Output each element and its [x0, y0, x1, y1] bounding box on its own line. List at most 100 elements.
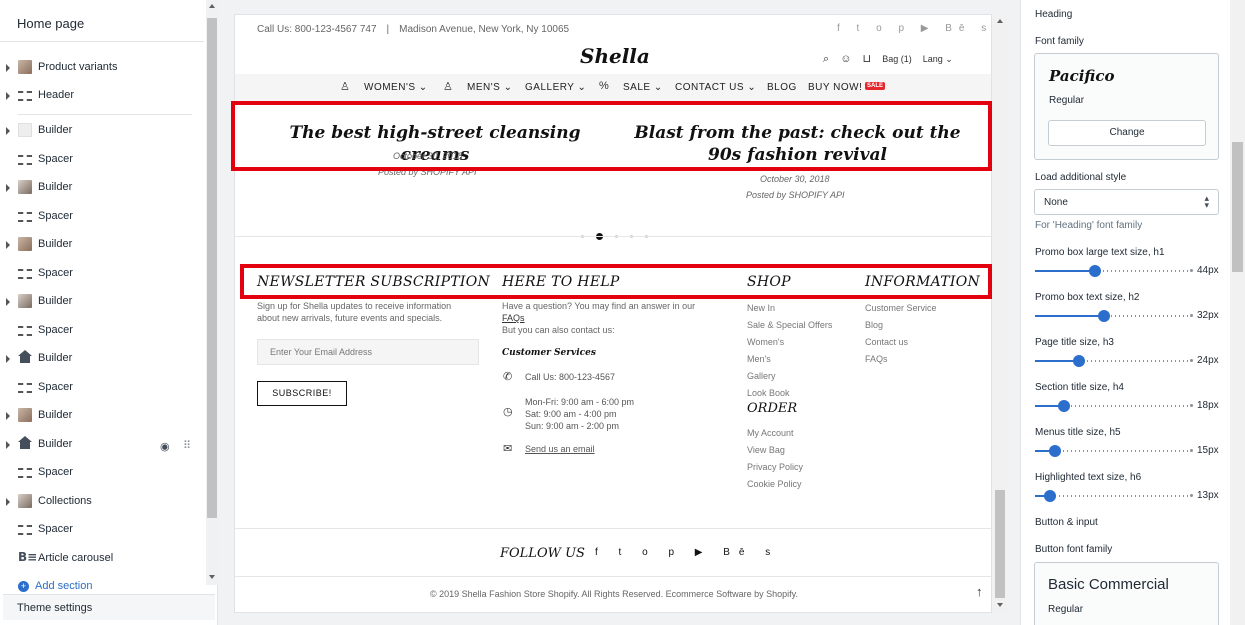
expand-arrow-icon[interactable] [6, 355, 10, 363]
footer-link[interactable]: View Bag [747, 445, 785, 455]
footer-link[interactable]: Look Book [747, 388, 790, 398]
font-size-slider[interactable] [1035, 400, 1193, 412]
sidebar-item-spacer[interactable]: Spacer [0, 461, 204, 485]
sidebar-item-builder[interactable]: Builder [0, 404, 204, 428]
footer-link[interactable]: Gallery [747, 371, 776, 381]
add-section-link[interactable]: + Add section [18, 580, 92, 592]
send-email-link[interactable]: Send us an email [525, 443, 595, 455]
expand-arrow-icon[interactable] [6, 64, 10, 72]
slider-handle[interactable] [1073, 355, 1085, 367]
sidebar-item-spacer[interactable]: Spacer [0, 262, 204, 286]
newsletter-text: Sign up for Shella updates to receive in… [257, 301, 452, 311]
settings-scrollbar[interactable] [1230, 0, 1245, 625]
sidebar-item-spacer[interactable]: Spacer [0, 148, 204, 172]
expand-arrow-icon[interactable] [6, 412, 10, 420]
subscribe-button[interactable]: SUBSCRIBE! [257, 381, 347, 406]
store-topbar: Call Us: 800-123-4567 747 | Madison Avenue… [235, 15, 991, 43]
sidebar-item-product-variants[interactable]: Product variants [0, 56, 204, 80]
store-logo[interactable]: Shella [580, 44, 650, 68]
email-field[interactable]: Enter Your Email Address [257, 339, 479, 365]
account-icon[interactable]: ☺ [840, 53, 851, 65]
font-size-slider[interactable] [1035, 265, 1193, 277]
expand-arrow-icon[interactable] [6, 184, 10, 192]
nav-item-sale[interactable]: SALE ⌄ [623, 82, 663, 93]
scroll-down-icon[interactable] [997, 603, 1003, 607]
expand-arrow-icon[interactable] [6, 241, 10, 249]
slider-handle[interactable] [1089, 265, 1101, 277]
section-heading: Heading [1035, 9, 1073, 20]
sections-sidebar: Home page Product variants Header Builde… [0, 0, 218, 625]
scroll-up-icon[interactable] [997, 19, 1003, 23]
sidebar-item-builder[interactable]: Builder [0, 176, 204, 200]
footer-link[interactable]: Women's [747, 337, 784, 347]
scrollbar-thumb[interactable] [995, 490, 1005, 598]
theme-settings-button[interactable]: Theme settings [3, 594, 215, 620]
footer-link[interactable]: Blog [865, 320, 883, 330]
footer-link[interactable]: FAQs [865, 354, 888, 364]
sidebar-item-builder[interactable]: Builder [0, 119, 204, 143]
sidebar-item-header[interactable]: Header [0, 84, 204, 108]
footer-link[interactable]: Customer Service [865, 303, 937, 313]
font-size-slider[interactable] [1035, 490, 1193, 502]
nav-item-buy-now[interactable]: BUY NOW! [808, 82, 862, 93]
sidebar-item-builder[interactable]: Builder [0, 433, 204, 457]
font-size-slider[interactable] [1035, 310, 1193, 322]
preview-scrollbar[interactable] [993, 14, 1007, 613]
nav-item-blog[interactable]: BLOG [767, 82, 797, 93]
change-font-button[interactable]: Change [1048, 120, 1206, 146]
search-icon[interactable]: ⌕ [823, 53, 829, 66]
sidebar-item-label: Builder [38, 181, 73, 193]
language-selector[interactable]: Lang ⌄ [923, 54, 953, 65]
load-style-select[interactable]: None ▴ ▾ [1034, 189, 1219, 215]
nav-item-contact[interactable]: CONTACT US ⌄ [675, 82, 756, 93]
bag-icon[interactable]: ⊔ [863, 52, 872, 65]
expand-arrow-icon[interactable] [6, 498, 10, 506]
footer-link[interactable]: Cookie Policy [747, 479, 802, 489]
slider-handle[interactable] [1049, 445, 1061, 457]
sidebar-item-builder[interactable]: Builder [0, 290, 204, 314]
scroll-down-icon[interactable] [209, 575, 215, 579]
footer-link[interactable]: New In [747, 303, 775, 313]
font-size-slider[interactable] [1035, 355, 1193, 367]
footer-link[interactable]: My Account [747, 428, 794, 438]
back-to-top-icon[interactable]: ↑ [976, 584, 983, 599]
slider-handle[interactable] [1058, 400, 1070, 412]
footer-link[interactable]: Contact us [865, 337, 908, 347]
sidebar-item-label: Spacer [38, 267, 73, 279]
expand-arrow-icon[interactable] [6, 92, 10, 100]
sidebar-scrollbar[interactable] [206, 0, 218, 585]
drag-handle-icon[interactable]: ⠿ [183, 439, 191, 452]
expand-arrow-icon[interactable] [6, 441, 10, 449]
social-icons[interactable]: f t o p ▶ Bē s [595, 547, 779, 558]
sidebar-item-builder[interactable]: Builder [0, 233, 204, 257]
expand-arrow-icon[interactable] [6, 127, 10, 135]
load-style-label: Load additional style [1035, 172, 1127, 183]
carousel-dots[interactable] [581, 228, 660, 246]
scrollbar-thumb[interactable] [1232, 142, 1243, 272]
footer-link[interactable]: Sale & Special Offers [747, 320, 832, 330]
nav-item-mens[interactable]: MEN'S ⌄ [467, 82, 512, 93]
social-icons[interactable]: f t o p ▶ Bē s [837, 23, 991, 34]
sidebar-item-spacer[interactable]: Spacer [0, 205, 204, 229]
topbar-phone: Call Us: 800-123-4567 747 [257, 24, 377, 35]
eye-icon[interactable]: ◉ [160, 440, 170, 453]
scrollbar-thumb[interactable] [207, 18, 217, 518]
slider-handle[interactable] [1098, 310, 1110, 322]
sidebar-item-spacer[interactable]: Spacer [0, 376, 204, 400]
font-size-slider[interactable] [1035, 445, 1193, 457]
sidebar-item-article-carousel[interactable]: B≡ Article carousel [0, 547, 204, 571]
sidebar-item-collections[interactable]: Collections [0, 490, 204, 514]
nav-item-gallery[interactable]: GALLERY ⌄ [525, 82, 586, 93]
sidebar-item-spacer[interactable]: Spacer [0, 518, 204, 542]
footer-link[interactable]: Privacy Policy [747, 462, 803, 472]
bag-link[interactable]: Bag (1) [882, 54, 912, 64]
nav-item-womens[interactable]: WOMEN'S ⌄ [364, 82, 428, 93]
scroll-up-icon[interactable] [209, 4, 215, 8]
sidebar-item-spacer[interactable]: Spacer [0, 319, 204, 343]
sidebar-item-builder[interactable]: Builder [0, 347, 204, 371]
slider-track[interactable] [1035, 495, 1188, 497]
expand-arrow-icon[interactable] [6, 298, 10, 306]
footer-link[interactable]: Men's [747, 354, 771, 364]
slider-handle[interactable] [1044, 490, 1056, 502]
slider-label: Highlighted text size, h6 [1035, 472, 1142, 483]
